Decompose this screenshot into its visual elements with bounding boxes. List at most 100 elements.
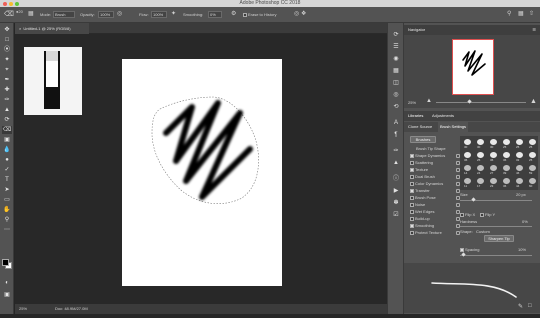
option-checkbox[interactable] [410,160,414,165]
navigator-preview[interactable] [404,35,540,97]
shape-value[interactable]: Custom [476,229,490,234]
brush-tip[interactable]: 36 [501,151,512,163]
new-brush-icon[interactable]: ✎ [518,303,523,310]
brush-option-scattering[interactable]: Scattering [410,160,433,165]
size-slider[interactable] [460,200,532,201]
path-select-icon[interactable]: ➤ [2,186,12,194]
option-checkbox[interactable] [410,195,414,200]
hardness-slider[interactable] [460,226,532,227]
erase-to-history-checkbox[interactable]: Erase to History [243,12,276,17]
brush-option-shape-dynamics[interactable]: Shape Dynamics [410,153,445,158]
flow-field[interactable]: 100% [151,11,167,18]
brush-option-wet-edges[interactable]: Wet Edges [410,209,435,214]
navigator-zoom-slider[interactable] [436,102,526,103]
search-icon[interactable]: ⚲ [507,10,511,17]
layers-icon[interactable]: ◫ [392,79,400,87]
brush-tip[interactable]: 46 [514,164,525,176]
opacity-field[interactable]: 100% [98,11,114,18]
option-checkbox[interactable] [410,223,414,228]
swatches-icon[interactable]: ▦ [392,67,400,75]
eyedropper-icon[interactable]: ✒ [2,76,12,84]
paths-icon[interactable]: ⟲ [392,103,400,111]
pressure-size-icon[interactable]: ◎ [294,10,299,17]
option-checkbox[interactable] [410,188,414,193]
navigator-view-box[interactable] [452,39,494,95]
brush-tip[interactable]: 32 [514,151,525,163]
brush-tip-grid[interactable]: 30 30 30 25 25 25 36 25 36 36 32 25 14 24 27 39 46 59 11 17… [460,136,538,190]
move-icon[interactable]: ✥ [2,26,12,34]
blur-icon[interactable]: 💧 [2,146,12,154]
tab-libraries[interactable]: Libraries [408,111,423,121]
brush-tip[interactable]: 23 [488,177,499,189]
close-window-icon[interactable] [3,1,7,6]
workspace-icon[interactable]: ▦ [518,10,524,17]
brush-tip[interactable]: 11 [462,177,473,189]
option-checkbox[interactable] [410,174,414,179]
smoothing-options-gear-icon[interactable]: ⚙ [231,10,236,17]
zoom-out-icon[interactable]: ▲ [426,98,432,104]
brush-tip[interactable]: 36 [488,151,499,163]
minimize-window-icon[interactable] [9,1,13,6]
zoom-in-icon[interactable]: ▲ [530,98,537,105]
brush-option-brush-pose[interactable]: Brush Pose [410,195,436,200]
navigator-zoom-value[interactable]: 25% [408,100,416,105]
quick-mask-icon[interactable]: ◐ [2,279,12,287]
brush-option-transfer[interactable]: Transfer [410,188,430,193]
smoothing-field[interactable]: 0% [208,11,222,18]
clone-stamp-icon[interactable]: ▲ [2,106,12,114]
actions-icon[interactable]: ▶ [392,187,400,195]
paragraph-icon[interactable]: ¶ [392,131,400,139]
brush-tip[interactable]: 25 [475,151,486,163]
healing-icon[interactable]: ✚ [2,86,12,94]
eraser-tool-icon[interactable]: ⌫ [4,10,14,18]
type-icon[interactable]: T [2,176,12,184]
brush-tip[interactable]: 30 [462,138,473,150]
gradient-icon[interactable]: ▣ [2,136,12,144]
size-value[interactable]: 20 px [516,192,526,197]
option-checkbox[interactable] [410,202,414,207]
brush-option-build-up[interactable]: Build-up [410,216,430,221]
zoom-icon[interactable]: ⚲ [2,216,12,224]
tool-presets-icon[interactable]: ☑ [392,211,400,219]
brush-tip[interactable]: 36 [501,177,512,189]
brush-icon[interactable]: ✑ [2,96,12,104]
brush-size-preview[interactable]: ●20 [16,9,23,14]
color-icon[interactable]: ◉ [392,55,400,63]
brush-option-color-dynamics[interactable]: Color Dynamics [410,181,443,186]
marquee-icon[interactable]: □ [2,36,12,44]
brush-tip[interactable]: 30 [475,138,486,150]
brush-tip[interactable]: 25 [501,138,512,150]
brush-tip[interactable]: 25 [527,151,538,163]
option-checkbox[interactable] [410,209,414,214]
channels-icon[interactable]: ◎ [392,91,400,99]
brush-tip[interactable]: 27 [488,164,499,176]
brush-option-protect-texture[interactable]: Protect Texture [410,230,442,235]
eraser-icon[interactable]: ⌫ [2,126,12,134]
brush-tip[interactable]: 60 [527,177,538,189]
brush-tip[interactable]: 30 [488,138,499,150]
brush-tip[interactable]: 14 [462,164,473,176]
tab-adjustments[interactable]: Adjustments [432,111,454,121]
history-brush-icon[interactable]: ⟳ [2,116,12,124]
brush-option-dual-brush[interactable]: Dual Brush [410,174,435,179]
more-tools-icon[interactable]: ⋯ [2,226,12,234]
brush-option-noise[interactable]: Noise [410,202,425,207]
zoom-level[interactable]: 25% [19,304,27,314]
brush-panel-toggle-icon[interactable]: ▦ [28,10,34,17]
brush-option-smoothing[interactable]: Smoothing [410,223,434,228]
flip-y-checkbox[interactable]: Flip Y [480,212,495,217]
sharpen-tip-button[interactable]: Sharpen Tip [484,235,514,242]
properties-icon[interactable]: ☰ [392,43,400,51]
option-checkbox[interactable] [410,230,414,235]
brush-tip[interactable]: 59 [527,164,538,176]
close-tab-icon[interactable]: × [19,26,21,31]
brush-option-texture[interactable]: Texture [410,167,428,172]
brush-option-brush-tip-shape[interactable]: Brush Tip Shape [416,146,446,151]
document-tab[interactable]: × Untitled-1 @ 25% (RGB/8) [15,23,89,34]
brush-tip[interactable]: 25 [527,138,538,150]
option-checkbox[interactable] [410,153,414,158]
history-icon[interactable]: ⟳ [392,31,400,39]
panel-menu-icon[interactable]: ☰ [532,25,536,35]
spacing-slider[interactable] [460,255,532,256]
pressure-opacity-icon[interactable]: ◎ [117,10,122,17]
